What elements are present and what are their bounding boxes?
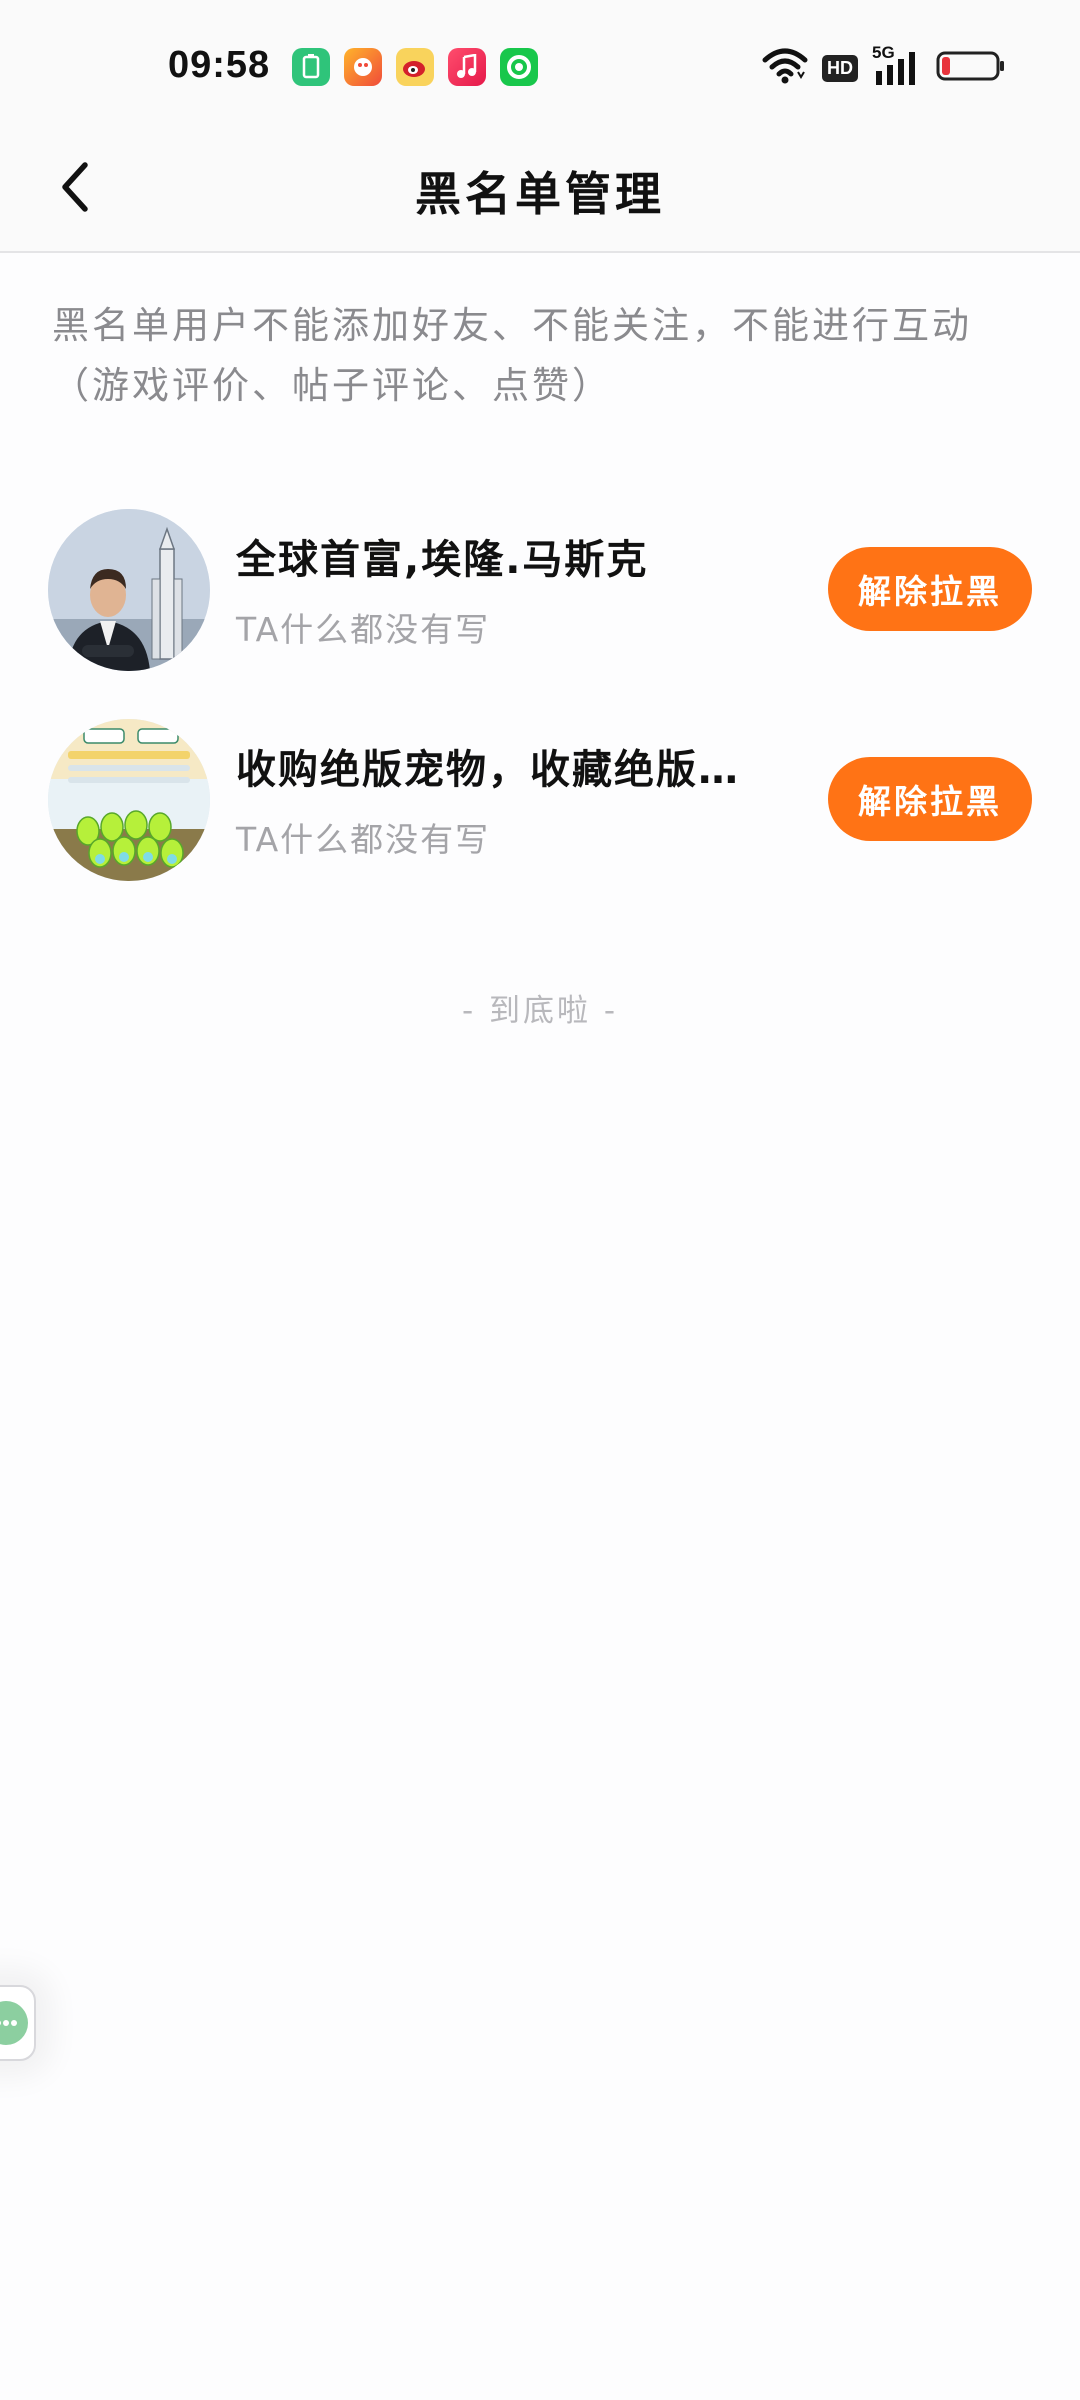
list-end-indicator: - 到底啦 - [461,993,619,1029]
wifi-icon [762,48,808,88]
battery-icon [936,50,1006,86]
navigation-bar: 黑名单管理 [0,130,1080,253]
avatar[interactable] [48,509,210,671]
list-item: 收购绝版宠物，收藏绝版宠... TA什么都没有写 解除拉黑 [0,715,1080,925]
more-dots-icon [0,2001,28,2045]
battery-app-icon [292,48,330,86]
status-time: 09:58 [168,44,271,86]
unblock-button[interactable]: 解除拉黑 [828,547,1032,631]
unblock-button[interactable]: 解除拉黑 [828,757,1032,841]
user-name[interactable]: 全球首富,埃隆.马斯克 [236,527,776,585]
hd-badge: HD [822,54,858,82]
blacklist-user-list: 全球首富,埃隆.马斯克 TA什么都没有写 解除拉黑 收购绝版宠物，收藏绝版宠..… [0,505,1080,925]
list-item: 全球首富,埃隆.马斯克 TA什么都没有写 解除拉黑 [0,505,1080,715]
page-title: 黑名单管理 [415,167,665,221]
floating-assistant-button[interactable] [0,1985,36,2061]
avatar[interactable] [48,719,210,881]
music-app-icon [448,48,486,86]
blacklist-notice: 黑名单用户不能添加好友、不能关注，不能进行互动（游戏评价、帖子评论、点赞） [52,304,972,407]
status-bar: 09:58 HD 5G [0,0,1080,130]
cellular-signal-icon: 5G [872,43,922,87]
camera-app-icon [500,48,538,86]
user-name[interactable]: 收购绝版宠物，收藏绝版宠... [236,737,776,795]
weibo-app-icon [396,48,434,86]
status-indicators: HD 5G [762,43,1006,88]
user-bio: TA什么都没有写 [236,820,491,859]
user-bio: TA什么都没有写 [236,610,491,649]
status-app-icons [292,48,538,86]
game-app-icon [344,48,382,86]
